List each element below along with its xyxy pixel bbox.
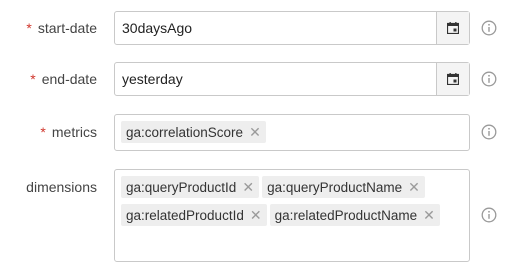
metrics-label: * metrics: [40, 124, 97, 140]
chip: ga:relatedProductId ✕: [121, 204, 267, 226]
dimensions-row: dimensions ga:queryProductId ✕ ga:queryPro…: [0, 169, 518, 262]
start-date-input[interactable]: [115, 12, 437, 44]
chip-label: ga:correlationScore: [126, 124, 244, 140]
close-icon[interactable]: ✕: [408, 180, 420, 194]
required-mark: *: [30, 71, 36, 87]
start-date-field: [114, 11, 470, 45]
chip: ga:correlationScore ✕: [121, 121, 266, 143]
chip: ga:relatedProductName ✕: [269, 204, 440, 226]
end-date-field: [114, 62, 470, 96]
end-date-calendar-button[interactable]: [436, 63, 469, 95]
info-icon[interactable]: [481, 20, 497, 36]
calendar-icon: [447, 73, 459, 85]
close-icon[interactable]: ✕: [423, 208, 435, 222]
chip-label: ga:queryProductName: [267, 179, 403, 195]
start-date-calendar-button[interactable]: [436, 12, 469, 44]
end-date-input[interactable]: [115, 63, 437, 95]
chip: ga:queryProductId ✕: [121, 176, 260, 198]
dimensions-field[interactable]: ga:queryProductId ✕ ga:queryProductName ✕ ga…: [114, 169, 470, 262]
end-date-label: * end-date: [30, 71, 97, 87]
close-icon[interactable]: ✕: [249, 125, 261, 139]
required-mark: *: [40, 124, 46, 140]
start-date-label: * start-date: [26, 20, 97, 36]
dimensions-label: dimensions: [26, 179, 97, 195]
end-date-row: * end-date: [0, 62, 518, 96]
info-icon[interactable]: [481, 124, 497, 140]
chip-label: ga:relatedProductName: [274, 207, 418, 223]
start-date-row: * start-date: [0, 11, 518, 45]
metrics-row: * metrics ga:correlationScore ✕: [0, 114, 518, 151]
close-icon[interactable]: ✕: [250, 208, 262, 222]
chip: ga:queryProductName ✕: [262, 176, 425, 198]
chip-label: ga:queryProductId: [126, 179, 237, 195]
chip-label: ga:relatedProductId: [126, 207, 244, 223]
metrics-field[interactable]: ga:correlationScore ✕: [114, 114, 470, 151]
required-mark: *: [26, 20, 32, 36]
info-icon[interactable]: [481, 207, 497, 223]
calendar-icon: [447, 22, 459, 34]
info-icon[interactable]: [481, 71, 497, 87]
close-icon[interactable]: ✕: [242, 180, 254, 194]
